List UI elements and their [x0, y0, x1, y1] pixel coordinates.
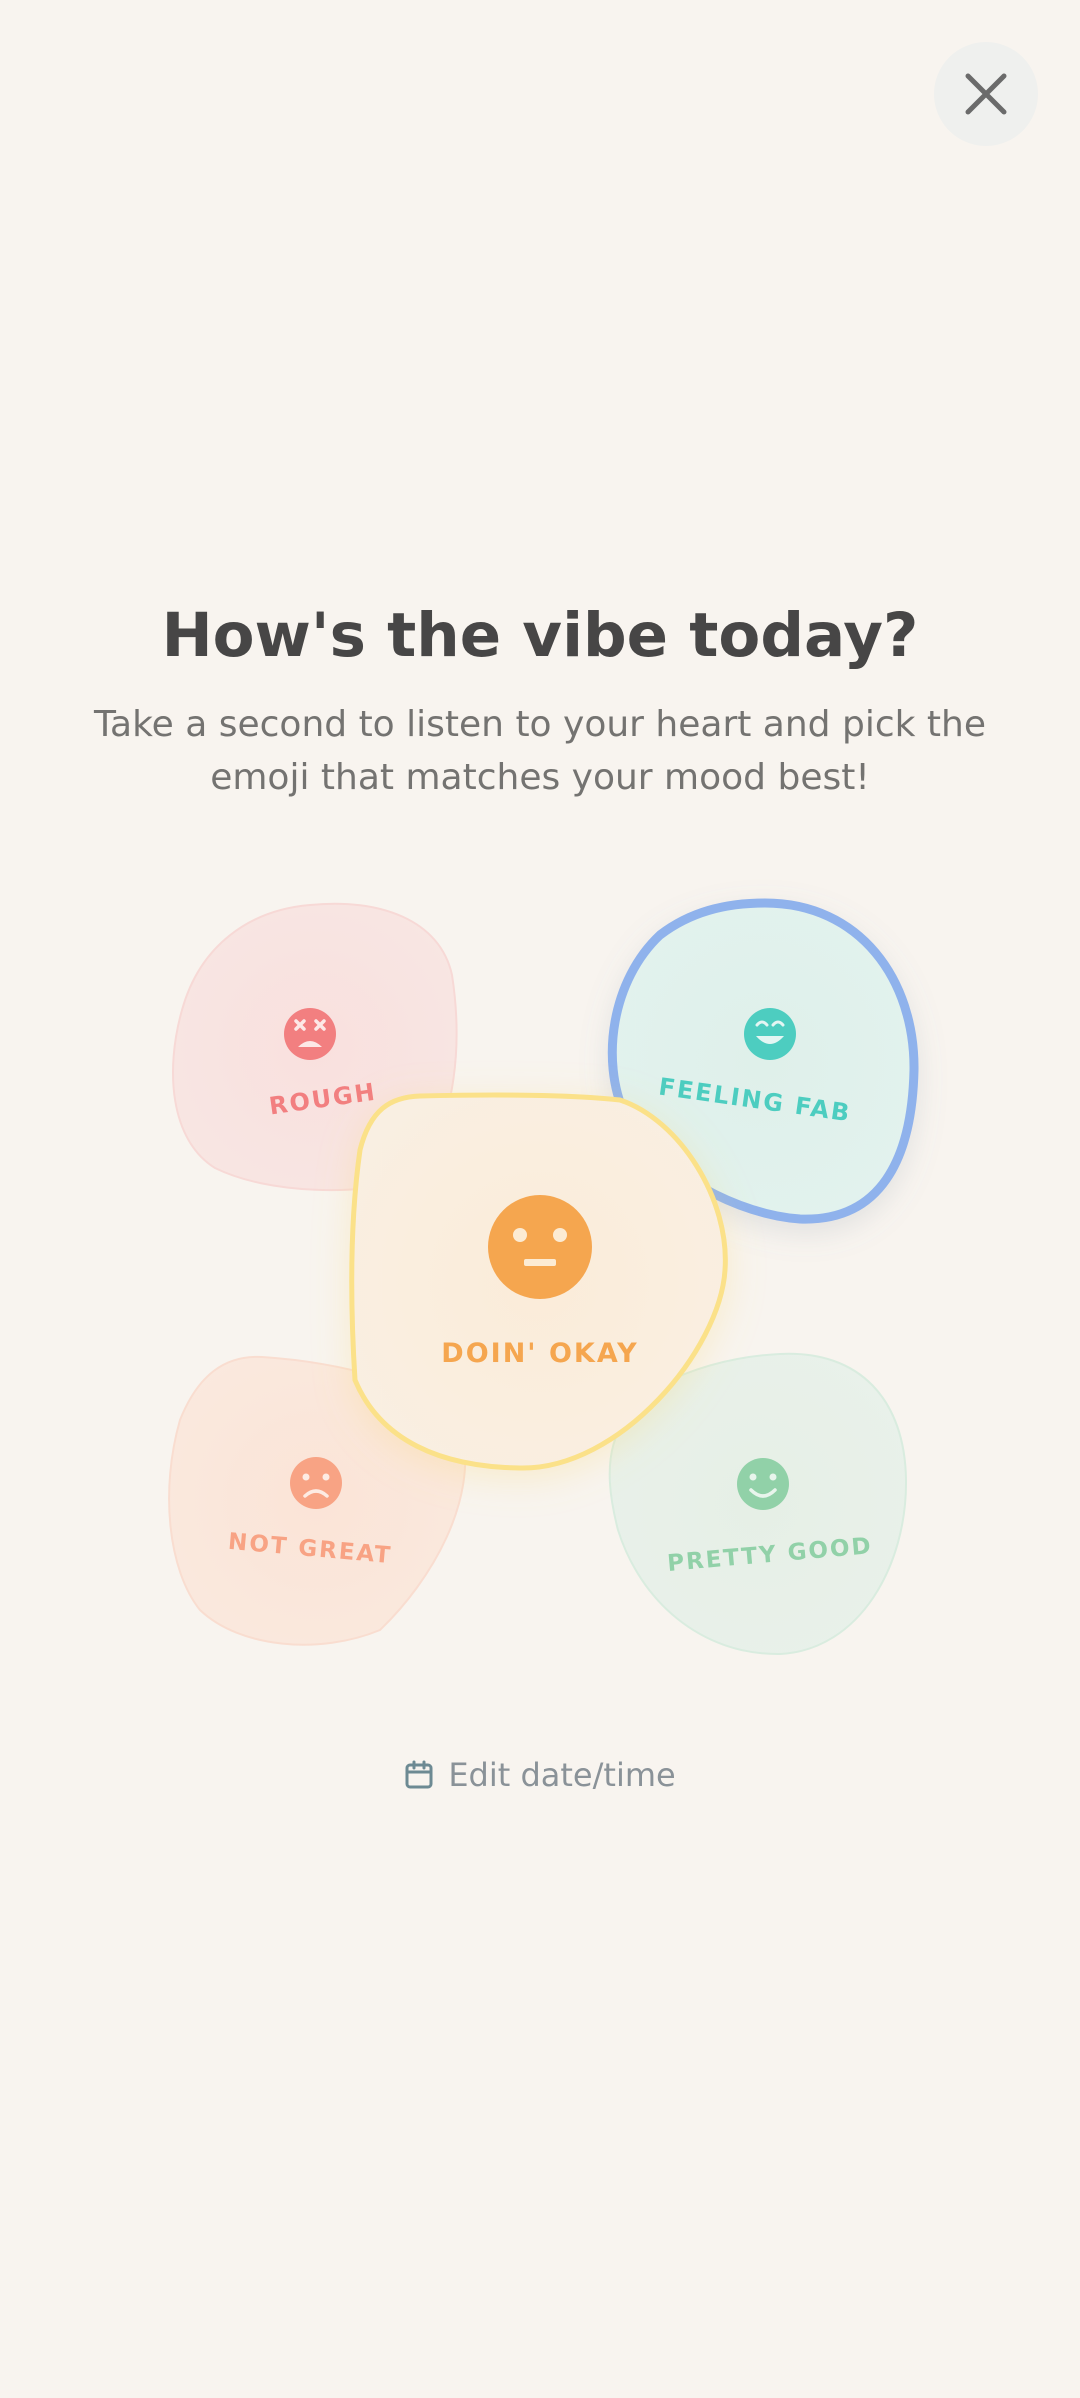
edit-date-time-label: Edit date/time	[448, 1756, 676, 1794]
calendar-icon	[405, 1760, 433, 1789]
dizzy-face-icon	[284, 1008, 336, 1060]
edit-date-time-button[interactable]: Edit date/time	[0, 1756, 1080, 1794]
neutral-face-icon	[488, 1195, 592, 1299]
grinning-face-icon	[744, 1008, 796, 1060]
sad-face-icon	[290, 1457, 342, 1509]
mood-picker: ROUGH NOT GREAT PRETTY GOOD FEELING FAB …	[168, 898, 919, 1656]
mood-label-doin-okay: DOIN' OKAY	[441, 1338, 638, 1369]
smiling-face-icon	[737, 1458, 789, 1510]
